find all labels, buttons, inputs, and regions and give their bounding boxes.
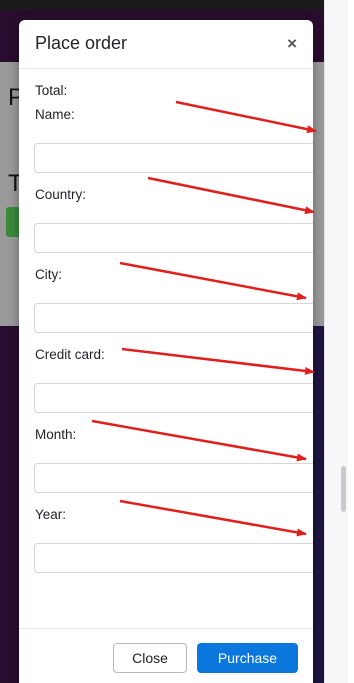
country-field[interactable] [34, 223, 313, 253]
month-label: Month: [35, 427, 77, 442]
right-side-panel [324, 0, 354, 683]
background-dark-strip [312, 326, 324, 683]
close-button[interactable]: Close [113, 643, 187, 673]
right-edge [348, 0, 354, 683]
credit-card-label: Credit card: [35, 347, 105, 362]
city-label: City: [35, 267, 62, 282]
year-field[interactable] [34, 543, 313, 573]
purchase-button[interactable]: Purchase [197, 643, 298, 673]
year-label: Year: [35, 507, 67, 522]
close-icon[interactable]: × [287, 34, 297, 54]
resize-handle[interactable] [341, 466, 346, 512]
total-label: Total: [35, 83, 68, 98]
name-label: Name: [35, 107, 75, 122]
credit-card-field[interactable] [34, 383, 313, 413]
place-order-modal: Place order × Total: Name: Country: City… [19, 20, 313, 683]
month-field[interactable] [34, 463, 313, 493]
name-field[interactable] [34, 143, 313, 173]
modal-footer: Close Purchase [19, 628, 313, 683]
modal-title: Place order [35, 33, 128, 53]
background-top-strip [0, 0, 324, 10]
country-label: Country: [35, 187, 87, 202]
modal-header: Place order × [19, 20, 313, 69]
city-field[interactable] [34, 303, 313, 333]
